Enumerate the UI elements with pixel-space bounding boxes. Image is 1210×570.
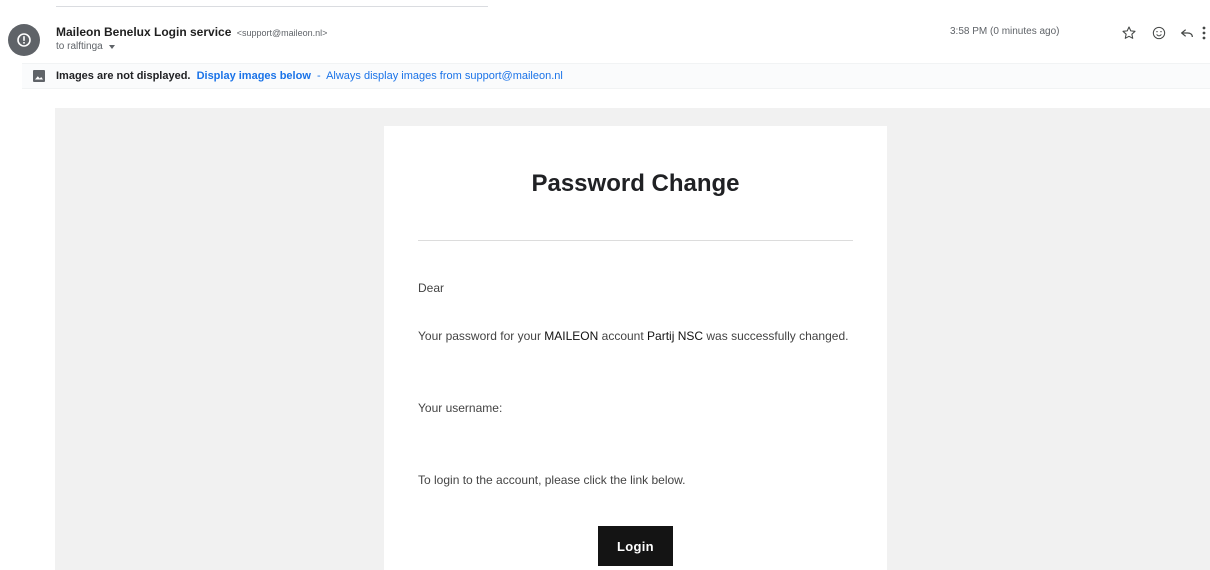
images-message: Images are not displayed. Display images…: [56, 70, 563, 82]
title-divider: [418, 240, 853, 241]
email-card: Password Change Dear Your password for y…: [384, 126, 887, 570]
display-images-link[interactable]: Display images below: [197, 70, 311, 82]
message-timestamp: 3:58 PM (0 minutes ago): [950, 26, 1060, 37]
chevron-down-icon[interactable]: [108, 44, 115, 49]
sender-name[interactable]: Maileon Benelux Login service: [56, 25, 231, 39]
images-blocked-bar: Images are not displayed. Display images…: [22, 63, 1210, 89]
emoji-icon[interactable]: [1148, 22, 1170, 44]
recipient-line[interactable]: to ralftinga: [56, 41, 115, 52]
top-divider: [56, 6, 488, 7]
sender-email: <support@maileon.nl>: [236, 28, 328, 38]
confirmation-text: Your password for your MAILEON account P…: [418, 325, 858, 347]
login-button[interactable]: Login: [598, 526, 673, 566]
body-middle: account: [601, 329, 644, 343]
recipient-text: to ralftinga: [56, 41, 103, 52]
separator: -: [316, 70, 321, 82]
brand-name: MAILEON: [544, 329, 599, 343]
more-options-icon[interactable]: [1198, 22, 1210, 44]
reply-icon[interactable]: [1176, 22, 1198, 44]
images-not-displayed-text: Images are not displayed.: [56, 70, 191, 82]
email-title: Password Change: [531, 170, 740, 197]
alert-icon: [17, 33, 31, 47]
message-actions: 3:58 PM (0 minutes ago): [950, 22, 1210, 44]
sender-line: Maileon Benelux Login service <support@m…: [56, 25, 327, 39]
image-icon: [33, 70, 45, 82]
body-suffix: was successfully changed.: [706, 329, 849, 343]
always-display-images-link[interactable]: Always display images from support@maile…: [326, 70, 563, 82]
star-icon[interactable]: [1118, 22, 1140, 44]
body-prefix: Your password for your: [418, 329, 541, 343]
greeting-text: Dear: [418, 281, 445, 295]
login-instruction: To login to the account, please click th…: [418, 473, 686, 487]
username-label: Your username:: [418, 401, 503, 415]
sender-avatar[interactable]: [8, 24, 40, 56]
account-name: Partij NSC: [647, 329, 704, 343]
